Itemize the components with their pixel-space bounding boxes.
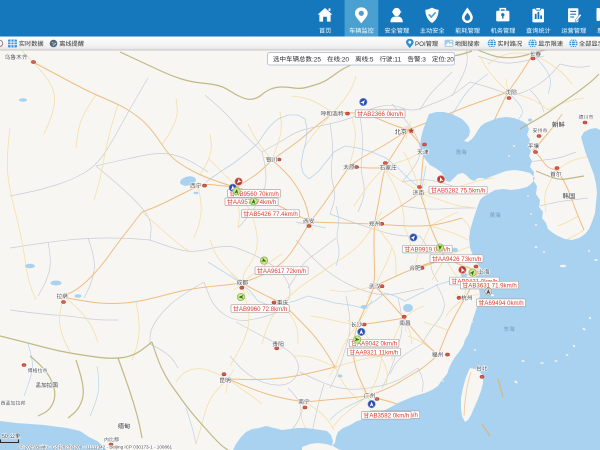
- svg-text::25: :25: [312, 56, 321, 63]
- svg-text::20: :20: [340, 56, 349, 63]
- svg-text:AA9617 72km/h: AA9617 72km/h: [263, 268, 306, 275]
- svg-text::20: :20: [445, 56, 454, 63]
- svg-text::5: :5: [368, 56, 374, 63]
- svg-text:AA9321 11km/h: AA9321 11km/h: [355, 349, 398, 356]
- svg-text:AB5426 77.4km/h: AB5426 77.4km/h: [249, 211, 297, 218]
- svg-text:AA9426 73km/h: AA9426 73km/h: [438, 256, 481, 263]
- svg-text:POI: POI: [415, 41, 426, 48]
- svg-text:AB9560 70km/h: AB9560 70km/h: [235, 191, 278, 198]
- svg-text:AB9960 72.8km/h: AB9960 72.8km/h: [239, 306, 287, 313]
- svg-text:AB2366 0km/h: AB2366 0km/h: [363, 111, 403, 118]
- svg-text:© 2025 Baidu - GS(2023)3206 -: © 2025 Baidu - GS(2023)3206 - 11111342 -…: [20, 444, 173, 450]
- svg-text:AB5282 75.5km/h: AB5282 75.5km/h: [437, 188, 485, 195]
- svg-text:AB3631 71.9km/h: AB3631 71.9km/h: [468, 283, 516, 290]
- svg-text:50: 50: [2, 434, 8, 440]
- svg-text::3: :3: [421, 56, 427, 63]
- svg-text:AA9042 0km/h: AA9042 0km/h: [357, 341, 397, 348]
- svg-text:A69494 0km/h: A69494 0km/h: [484, 300, 523, 307]
- svg-text::11: :11: [393, 56, 402, 63]
- svg-text:AB3582 0km/h: AB3582 0km/h: [369, 413, 409, 420]
- svg-text:AB9919 0km/h: AB9919 0km/h: [410, 247, 450, 254]
